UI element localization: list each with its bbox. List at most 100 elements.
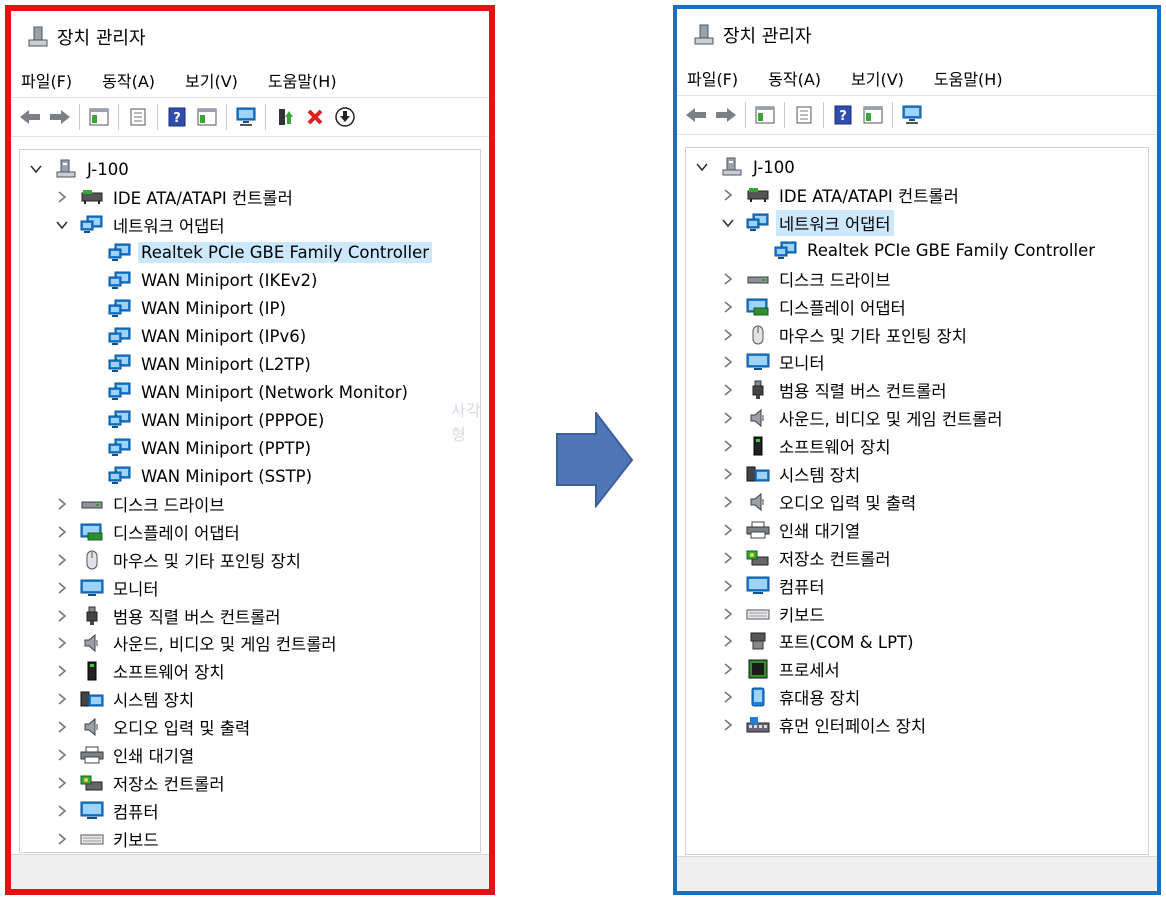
category-item[interactable]: 범용 직렬 버스 컨트롤러 bbox=[720, 377, 950, 403]
scan-hardware-icon[interactable] bbox=[900, 103, 924, 127]
category-item[interactable]: IDE ATA/ATAPI 컨트롤러 bbox=[54, 184, 296, 210]
action-pane-icon[interactable] bbox=[195, 105, 219, 129]
category-item[interactable]: 네트워크 어댑터 bbox=[720, 209, 894, 236]
chevron-right-icon[interactable] bbox=[720, 661, 736, 677]
device-tree[interactable]: J-100 IDE ATA/ATAPI 컨트롤러 네트워크 어댑터 Realtek … bbox=[19, 149, 481, 853]
chevron-right-icon[interactable] bbox=[54, 552, 70, 568]
chevron-right-icon[interactable] bbox=[720, 410, 736, 426]
forward-icon[interactable] bbox=[48, 105, 72, 129]
chevron-down-icon[interactable] bbox=[720, 215, 736, 231]
category-item[interactable]: IDE ATA/ATAPI 컨트롤러 bbox=[720, 182, 962, 208]
properties-icon[interactable] bbox=[792, 103, 816, 127]
tree-root[interactable]: J-100 bbox=[28, 156, 132, 182]
device-item[interactable]: WAN Miniport (IP) bbox=[108, 296, 289, 322]
category-item[interactable]: 인쇄 대기열 bbox=[54, 742, 197, 768]
category-item[interactable]: 소프트웨어 장치 bbox=[720, 433, 894, 459]
chevron-right-icon[interactable] bbox=[54, 831, 70, 847]
chevron-right-icon[interactable] bbox=[720, 271, 736, 287]
chevron-right-icon[interactable] bbox=[720, 578, 736, 594]
menu-file[interactable]: 파일(F) bbox=[21, 68, 72, 92]
category-item[interactable]: 저장소 컨트롤러 bbox=[54, 770, 228, 796]
device-item[interactable]: WAN Miniport (PPPOE) bbox=[108, 407, 327, 433]
properties-icon[interactable] bbox=[126, 105, 150, 129]
category-item[interactable]: 오디오 입력 및 출력 bbox=[54, 714, 253, 740]
device-item[interactable]: WAN Miniport (SSTP) bbox=[108, 463, 315, 489]
chevron-down-icon[interactable] bbox=[694, 159, 710, 175]
device-item[interactable]: WAN Miniport (IPv6) bbox=[108, 324, 309, 350]
chevron-right-icon[interactable] bbox=[720, 354, 736, 370]
menu-action[interactable]: 동작(A) bbox=[102, 68, 155, 92]
chevron-right-icon[interactable] bbox=[54, 635, 70, 651]
device-item[interactable]: WAN Miniport (IKEv2) bbox=[108, 268, 320, 294]
back-icon[interactable] bbox=[684, 103, 708, 127]
category-item[interactable]: 저장소 컨트롤러 bbox=[720, 545, 894, 571]
chevron-right-icon[interactable] bbox=[54, 691, 70, 707]
chevron-right-icon[interactable] bbox=[720, 438, 736, 454]
chevron-right-icon[interactable] bbox=[54, 524, 70, 540]
chevron-right-icon[interactable] bbox=[720, 550, 736, 566]
category-item[interactable]: 프로세서 bbox=[720, 656, 843, 682]
uninstall-device-icon[interactable] bbox=[303, 105, 327, 129]
category-item[interactable]: 포트(COM & LPT) bbox=[720, 628, 917, 654]
category-item[interactable]: 디스크 드라이브 bbox=[54, 491, 228, 517]
category-item[interactable]: 디스플레이 어댑터 bbox=[720, 294, 909, 320]
category-item[interactable]: 휴먼 인터페이스 장치 bbox=[720, 712, 929, 738]
category-item[interactable]: 컴퓨터 bbox=[720, 573, 828, 599]
chevron-right-icon[interactable] bbox=[720, 689, 736, 705]
chevron-right-icon[interactable] bbox=[720, 382, 736, 398]
chevron-right-icon[interactable] bbox=[54, 747, 70, 763]
chevron-right-icon[interactable] bbox=[54, 803, 70, 819]
chevron-right-icon[interactable] bbox=[54, 189, 70, 205]
category-item[interactable]: 마우스 및 기타 포인팅 장치 bbox=[54, 547, 304, 573]
category-item[interactable]: 오디오 입력 및 출력 bbox=[720, 489, 919, 515]
chevron-down-icon[interactable] bbox=[28, 161, 44, 177]
category-item[interactable]: 사운드, 비디오 및 게임 컨트롤러 bbox=[720, 405, 1006, 431]
category-item[interactable]: 네트워크 어댑터 bbox=[54, 212, 228, 238]
category-item[interactable]: 디스크 드라이브 bbox=[720, 266, 894, 292]
category-item[interactable]: 인쇄 대기열 bbox=[720, 517, 863, 543]
device-tree[interactable]: J-100 IDE ATA/ATAPI 컨트롤러 네트워크 어댑터 Realtek … bbox=[685, 147, 1149, 855]
category-item[interactable]: 키보드 bbox=[720, 601, 828, 627]
menu-action[interactable]: 동작(A) bbox=[768, 66, 821, 90]
tree-root[interactable]: J-100 bbox=[694, 154, 798, 180]
chevron-down-icon[interactable] bbox=[54, 217, 70, 233]
menu-view[interactable]: 보기(V) bbox=[851, 66, 904, 90]
device-item[interactable]: Realtek PCIe GBE Family Controller bbox=[774, 238, 1098, 264]
chevron-right-icon[interactable] bbox=[54, 663, 70, 679]
chevron-right-icon[interactable] bbox=[720, 187, 736, 203]
chevron-right-icon[interactable] bbox=[54, 580, 70, 596]
category-item[interactable]: 사운드, 비디오 및 게임 컨트롤러 bbox=[54, 630, 340, 656]
category-item[interactable]: 모니터 bbox=[720, 349, 828, 375]
category-item[interactable]: 소프트웨어 장치 bbox=[54, 658, 228, 684]
device-item[interactable]: WAN Miniport (L2TP) bbox=[108, 351, 314, 377]
menu-help[interactable]: 도움말(H) bbox=[934, 66, 1003, 90]
disable-device-icon[interactable] bbox=[333, 105, 357, 129]
show-hide-console-tree-icon[interactable] bbox=[87, 105, 111, 129]
menu-file[interactable]: 파일(F) bbox=[687, 66, 738, 90]
menu-help[interactable]: 도움말(H) bbox=[268, 68, 337, 92]
show-hide-console-tree-icon[interactable] bbox=[753, 103, 777, 127]
category-item[interactable]: 범용 직렬 버스 컨트롤러 bbox=[54, 603, 284, 629]
chevron-right-icon[interactable] bbox=[54, 496, 70, 512]
forward-icon[interactable] bbox=[714, 103, 738, 127]
chevron-right-icon[interactable] bbox=[720, 494, 736, 510]
category-item[interactable]: 마우스 및 기타 포인팅 장치 bbox=[720, 322, 970, 348]
chevron-right-icon[interactable] bbox=[720, 299, 736, 315]
category-item[interactable]: 컴퓨터 bbox=[54, 798, 162, 824]
device-item[interactable]: WAN Miniport (PPTP) bbox=[108, 435, 314, 461]
chevron-right-icon[interactable] bbox=[720, 466, 736, 482]
category-item[interactable]: 모니터 bbox=[54, 575, 162, 601]
category-item[interactable]: 시스템 장치 bbox=[720, 461, 863, 487]
chevron-right-icon[interactable] bbox=[54, 608, 70, 624]
menu-view[interactable]: 보기(V) bbox=[185, 68, 238, 92]
device-item[interactable]: Realtek PCIe GBE Family Controller bbox=[108, 240, 433, 266]
update-driver-icon[interactable] bbox=[273, 105, 297, 129]
chevron-right-icon[interactable] bbox=[720, 327, 736, 343]
action-pane-icon[interactable] bbox=[861, 103, 885, 127]
chevron-right-icon[interactable] bbox=[54, 775, 70, 791]
scan-hardware-icon[interactable] bbox=[234, 105, 258, 129]
chevron-right-icon[interactable] bbox=[54, 719, 70, 735]
device-item[interactable]: WAN Miniport (Network Monitor) bbox=[108, 379, 411, 405]
category-item[interactable]: 휴대용 장치 bbox=[720, 684, 863, 710]
back-icon[interactable] bbox=[18, 105, 42, 129]
